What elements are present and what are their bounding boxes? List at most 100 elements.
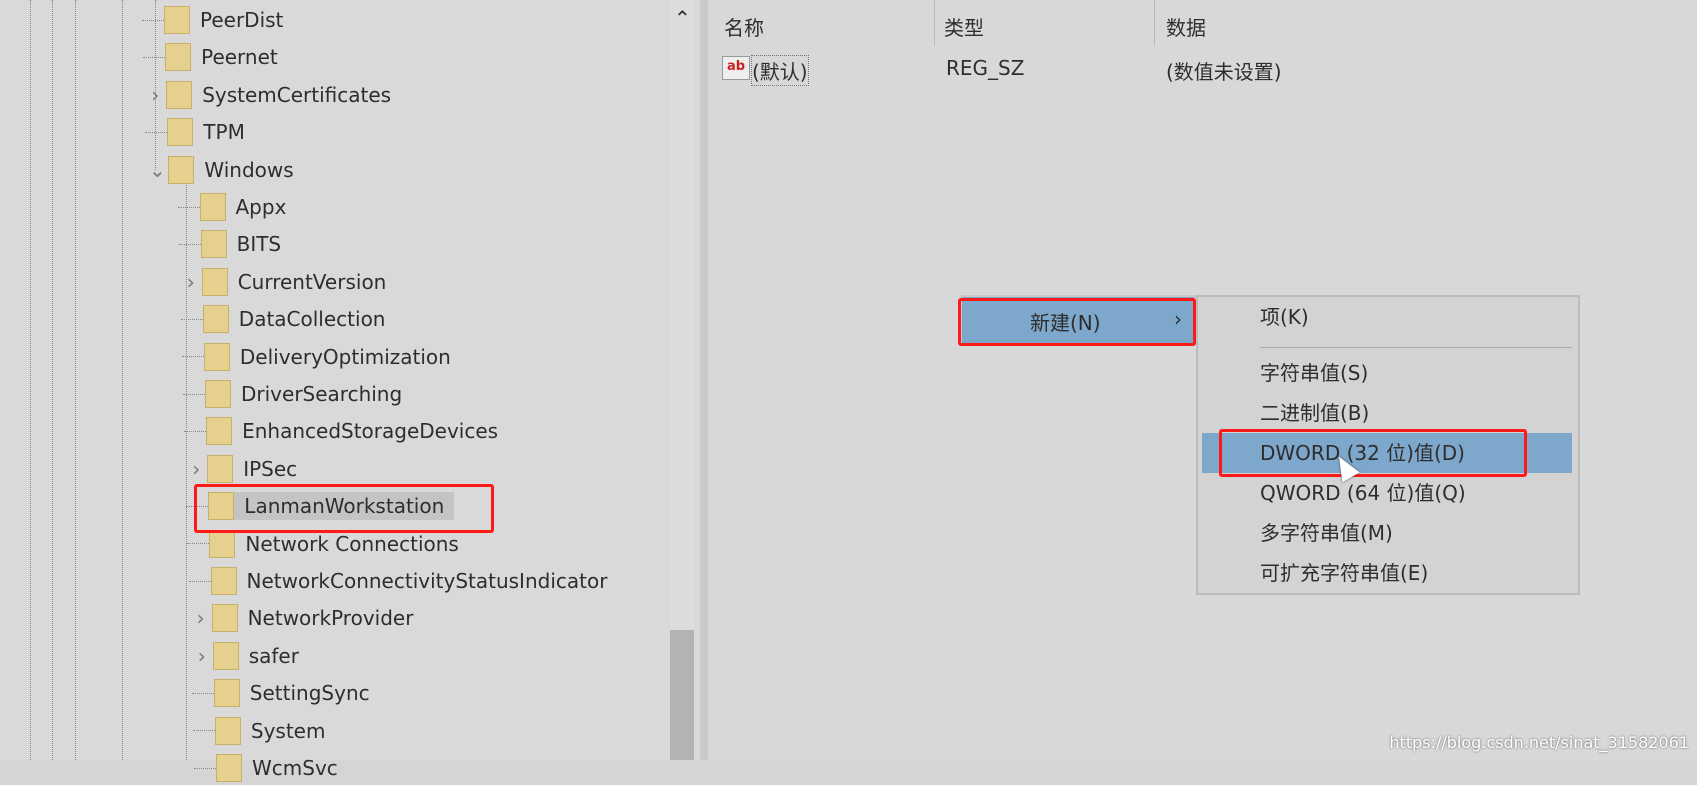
tree-item-content[interactable]: Appx [199,193,287,221]
column-divider[interactable] [1154,0,1155,46]
pane-splitter[interactable] [700,0,708,760]
tree-item[interactable]: Peernet [143,40,278,74]
tree-item-label: Peernet [201,45,278,70]
tree-item-content[interactable]: CurrentVersion [201,267,386,296]
tree-item-content[interactable]: System [214,716,325,745]
tree-item-content[interactable]: EnhancedStorageDevices [206,417,499,446]
chevron-right-icon[interactable]: › [180,270,202,294]
tree-item[interactable]: DriverSearching [183,377,402,411]
menu-item-multi-string-value[interactable]: 多字符串值(M) [1198,513,1578,553]
tree-item-content[interactable]: DeliveryOptimization [203,342,451,371]
tree-item[interactable]: WcmSvc [194,751,338,785]
column-data[interactable]: 数据 [1166,12,1206,41]
tree-connector [187,543,210,545]
chevron-right-icon[interactable]: › [185,457,207,481]
chevron-right-icon[interactable]: › [191,644,213,668]
menu-item-expandable-string-value[interactable]: 可扩充字符串值(E) [1198,553,1578,593]
tree-connector [191,692,214,694]
tree-item[interactable]: › CurrentVersion [180,265,386,299]
column-divider[interactable] [934,0,935,46]
tree-item[interactable]: TPM [145,115,245,149]
tree-item-content[interactable]: safer [212,641,299,670]
tree-connector [180,318,203,320]
tree-item-content[interactable]: SettingSync [213,679,370,708]
tree-guide-line [52,0,53,760]
folder-icon [216,754,242,782]
tree-item-content[interactable]: BITS [200,230,282,259]
chevron-down-icon[interactable]: ⌄ [146,158,168,182]
tree-item[interactable]: EnhancedStorageDevices [184,414,498,448]
tree-item[interactable]: › NetworkProvider [190,601,413,635]
chevron-right-icon[interactable]: › [144,83,166,107]
tree-item-content[interactable]: PeerDist [164,6,283,34]
tree-item-content[interactable]: DriverSearching [205,380,402,408]
tree-scrollbar[interactable]: ⌃ [670,0,694,760]
folder-icon [168,155,195,184]
tree-item-content[interactable]: WcmSvc [216,754,338,782]
annotation-box-new [958,298,1196,346]
tree-item[interactable]: DataCollection [180,302,385,336]
tree-connector [178,243,201,245]
tree-item[interactable]: › IPSec [185,452,297,486]
tree-item[interactable]: System [192,714,325,748]
tree-item-content[interactable]: Windows [168,155,294,184]
folder-icon [206,417,233,446]
folder-icon [212,641,239,670]
string-value-icon: ab [722,56,750,80]
tree-connector [194,767,216,769]
tree-connector [177,206,200,208]
menu-item-key[interactable]: 项(K) [1198,297,1578,337]
tree-item-content[interactable]: Peernet [165,43,278,72]
tree-item[interactable]: DeliveryOptimization [181,340,451,374]
folder-icon [213,679,240,708]
folder-icon [164,6,190,34]
folder-icon [167,118,194,147]
tree-item-content[interactable]: IPSec [207,454,297,483]
tree-item-content[interactable]: Network Connections [209,529,459,558]
folder-icon [165,43,192,72]
tree-connector [181,356,204,358]
tree-item[interactable]: › SystemCertificates [144,78,391,112]
tree-item-label: EnhancedStorageDevices [242,419,499,444]
tree-connector [192,730,215,732]
tree-item-content[interactable]: DataCollection [202,305,385,334]
column-name[interactable]: 名称 [724,12,764,41]
tree-item[interactable]: SettingSync [191,676,370,710]
tree-item[interactable]: ⌄ Windows [146,153,294,187]
tree-connector [142,19,164,21]
chevron-right-icon[interactable]: › [190,606,212,630]
scrollbar-thumb[interactable] [670,630,694,760]
watermark: https://blog.csdn.net/sinat_31582061 [1389,733,1689,752]
tree-item-label: BITS [236,232,282,257]
registry-tree-pane: PeerDist Peernet › SystemCertificates TPM ⌄ Wi… [0,0,700,782]
column-type[interactable]: 类型 [944,12,984,41]
tree-connector [184,430,207,432]
folder-icon [211,604,238,633]
tree-item-content[interactable]: NetworkProvider [211,604,413,633]
tree-connector [143,56,166,58]
tree-item-label: PeerDist [200,8,284,32]
tree-item[interactable]: BITS [178,227,282,261]
tree-item[interactable]: › safer [191,639,299,673]
tree-guide-line [122,0,123,760]
tree-item[interactable]: NetworkConnectivityStatusIndicator [188,564,607,598]
menu-item-qword-value[interactable]: QWORD (64 位)值(Q) [1198,473,1578,513]
tree-item-content[interactable]: TPM [167,118,245,147]
tree-item-content[interactable]: SystemCertificates [166,80,391,109]
tree-item[interactable]: PeerDist [142,3,283,37]
tree-item[interactable]: Appx [177,190,287,224]
menu-item-string-value[interactable]: 字符串值(S) [1198,353,1578,393]
folder-icon [199,193,226,221]
tree-item-label: SettingSync [249,681,370,706]
tree-item-label: TPM [203,120,245,145]
annotation-box-lanmanworkstation [194,484,494,533]
tree-connector [183,393,205,395]
value-name[interactable]: (默认) [751,55,809,86]
scroll-up-icon[interactable]: ⌃ [674,6,691,30]
tree-guide-line [30,0,31,760]
tree-item-label: Appx [235,195,287,219]
tree-item-content[interactable]: NetworkConnectivityStatusIndicator [210,567,607,595]
tree-connector [188,580,211,582]
tree-guide-line [75,0,76,760]
menu-item-binary-value[interactable]: 二进制值(B) [1198,393,1578,433]
